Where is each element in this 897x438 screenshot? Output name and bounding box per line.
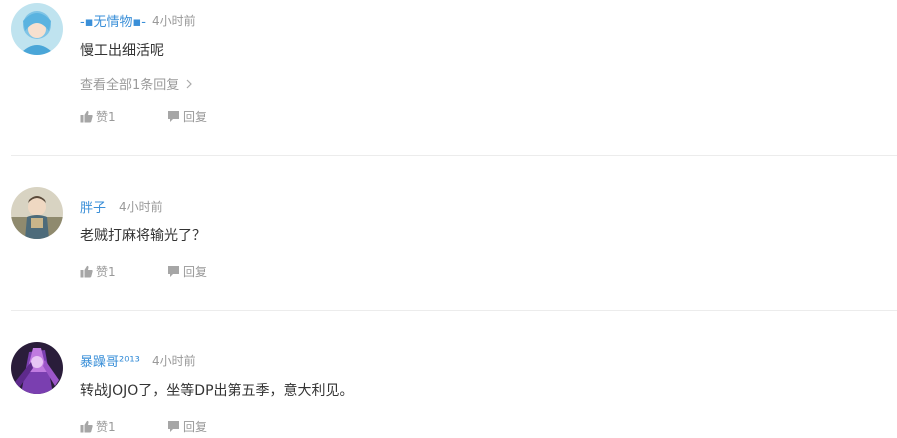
- chevron-right-icon: [186, 79, 193, 89]
- comment-text: 转战JOJO了，坐等DP出第五季，意大利见。: [80, 383, 354, 399]
- comment-item: -▪无情物▪- 4小时前 慢工出细活呢 查看全部1条回复 赞1 回复: [0, 0, 897, 156]
- speech-bubble-icon: [168, 111, 179, 122]
- like-button[interactable]: 赞1: [80, 108, 116, 125]
- speech-bubble-icon: [168, 266, 179, 277]
- timestamp: 4小时前: [152, 14, 196, 28]
- reply-button[interactable]: 回复: [167, 108, 207, 125]
- thumbs-up-icon: [80, 110, 93, 123]
- avatar[interactable]: [11, 187, 63, 239]
- username[interactable]: 暴躁哥²⁰¹³: [80, 351, 140, 370]
- comment-item: 暴躁哥²⁰¹³ 4小时前 转战JOJO了，坐等DP出第五季，意大利见。 赞1 回…: [0, 311, 897, 438]
- timestamp: 4小时前: [119, 200, 163, 214]
- reply-button[interactable]: 回复: [167, 263, 207, 280]
- reply-label: 回复: [183, 110, 208, 124]
- thumbs-up-icon: [80, 265, 93, 278]
- view-replies-label: 查看全部1条回复: [80, 78, 180, 93]
- avatar[interactable]: [11, 342, 63, 394]
- reply-button[interactable]: 回复: [167, 418, 207, 435]
- speech-bubble-icon: [168, 421, 179, 432]
- comment-text: 老贼打麻将输光了？: [80, 228, 206, 244]
- reply-label: 回复: [183, 420, 208, 434]
- username[interactable]: -▪无情物▪-: [80, 11, 146, 30]
- like-button[interactable]: 赞1: [80, 263, 116, 280]
- comment-text: 慢工出细活呢: [80, 43, 164, 59]
- like-count: 赞1: [96, 265, 116, 279]
- avatar[interactable]: [11, 3, 63, 55]
- timestamp: 4小时前: [152, 354, 196, 368]
- username[interactable]: 胖子: [80, 197, 106, 216]
- comment-item: 胖子 4小时前 老贼打麻将输光了？ 赞1 回复: [0, 156, 897, 311]
- like-button[interactable]: 赞1: [80, 418, 116, 435]
- thumbs-up-icon: [80, 420, 93, 433]
- like-count: 赞1: [96, 420, 116, 434]
- like-count: 赞1: [96, 110, 116, 124]
- view-all-replies-link[interactable]: 查看全部1条回复: [80, 74, 193, 93]
- reply-label: 回复: [183, 265, 208, 279]
